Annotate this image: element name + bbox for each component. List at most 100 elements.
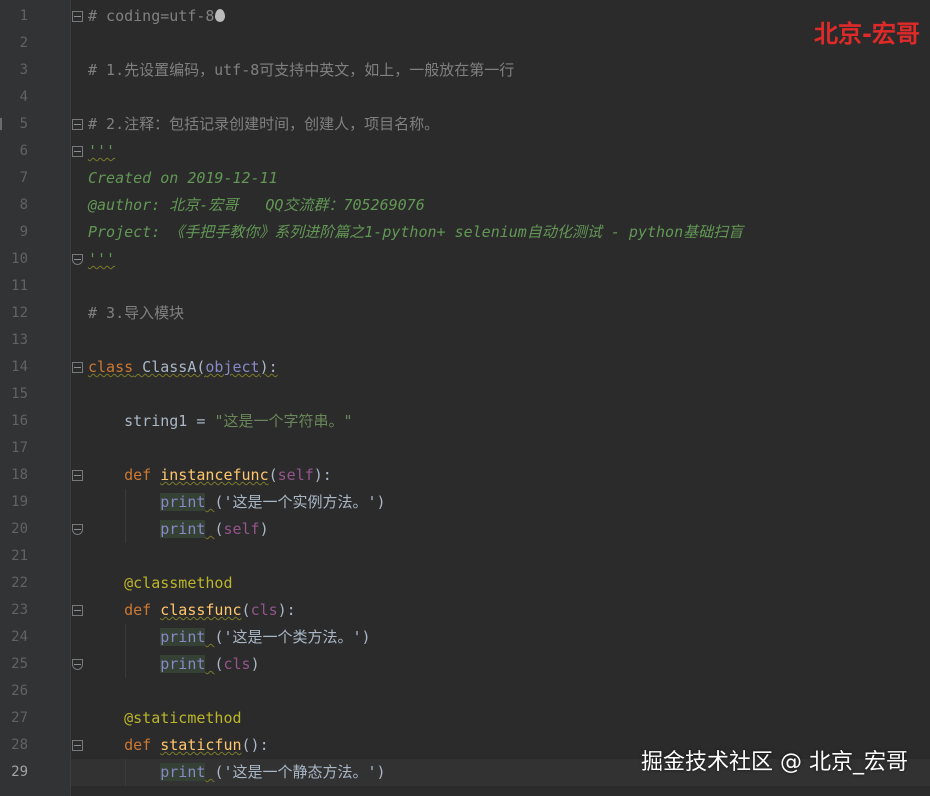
code-token: Project: 《手把手教你》系列进阶篇之1-python+ selenium… [88,223,744,241]
line-number[interactable]: 14 [0,354,28,381]
code-token: ('这是一个类方法。') [214,628,371,646]
fold-end-icon[interactable] [72,524,83,535]
line-number[interactable]: 17 [0,435,28,462]
line-number[interactable]: 6 [0,138,28,165]
fold-end-icon[interactable] [72,659,83,670]
code-token: ''' [88,250,116,268]
fold-end-icon[interactable] [72,254,83,265]
line-number[interactable]: 18 [0,462,28,489]
line-number[interactable]: 11 [0,273,28,300]
line-number[interactable]: 26 [0,678,28,705]
code-editor[interactable]: 1 2 3 4 5 6 7 8 9 10 11 12 13 14 15 16 17 18 19 20 21 22 23 24 2… [0,0,930,796]
fold-start-icon[interactable] [72,362,83,373]
code-line[interactable]: # 2.注释：包括记录创建时间，创建人，项目名称。 [88,111,439,138]
code-token: ''' [88,142,116,160]
line-number[interactable]: 13 [0,327,28,354]
code-token: ClassA( [133,358,206,376]
code-line[interactable]: @staticmethod [88,705,242,732]
code-line[interactable]: Created on 2019-12-11 [88,165,278,192]
code-token: print [160,520,206,538]
line-number[interactable]: 4 [0,84,28,111]
code-line[interactable]: print (cls) [88,651,260,678]
code-token: @staticmethod [88,709,242,727]
line-number[interactable]: 23 [0,597,28,624]
code-line[interactable]: def staticfun(): [88,732,269,759]
code-token: cls [250,601,278,619]
code-token: "这是一个字符串。" [214,412,353,430]
line-number[interactable]: 10 [0,246,28,273]
line-number[interactable]: 16 [0,408,28,435]
code-line[interactable]: string1 = "这是一个字符串。" [88,408,353,435]
line-number[interactable]: 15 [0,381,28,408]
code-token: print [160,493,206,511]
fold-start-icon[interactable] [72,605,83,616]
fold-start-icon[interactable] [72,740,83,751]
fold-start-icon[interactable] [72,11,83,22]
line-number[interactable]: 28 [0,732,28,759]
code-line[interactable]: # coding=utf-8 [88,3,226,30]
code-line[interactable]: def instancefunc(self): [88,462,332,489]
code-line[interactable]: print ('这是一个类方法。') [88,624,371,651]
code-line[interactable]: ''' [88,138,115,165]
code-token: print [160,655,206,673]
code-token: ) [259,520,269,538]
code-token: object [205,358,260,376]
code-line[interactable]: # 3.导入模块 [88,300,184,327]
line-number[interactable]: 2 [0,30,28,57]
code-token: class [88,358,134,376]
indent-guide [125,489,126,543]
code-token: self [223,520,260,538]
line-number[interactable]: 12 [0,300,28,327]
watermark-site: 掘金技术社区 @ 北京_宏哥 [641,750,908,775]
code-line[interactable]: # 1.先设置编码，utf-8可支持中英文，如上，一般放在第一行 [88,57,514,84]
code-token: @classmethod [88,574,233,592]
code-line[interactable]: print ('这是一个静态方法。') [88,759,386,786]
code-token: string1 = [88,412,215,430]
code-token: ) [250,655,260,673]
code-token: self [277,466,314,484]
code-line[interactable]: print ('这是一个实例方法。') [88,489,386,516]
line-number[interactable]: 9 [0,219,28,246]
line-number[interactable]: 25 [0,651,28,678]
line-number[interactable]: 5 [0,111,28,138]
line-number[interactable]: 1 [0,3,28,30]
code-token: ): [277,601,296,619]
code-line[interactable]: Project: 《手把手教你》系列进阶篇之1-python+ selenium… [88,219,743,246]
code-token: def [124,601,152,619]
flame-icon [215,9,226,22]
code-token: print [160,763,206,781]
fold-start-icon[interactable] [72,470,83,481]
line-number[interactable]: 19 [0,489,28,516]
code-token: print [160,628,206,646]
code-token: def [124,466,152,484]
line-number[interactable]: 21 [0,543,28,570]
code-token: ): [259,358,278,376]
line-number[interactable]: 7 [0,165,28,192]
line-number-gutter[interactable]: 1 2 3 4 5 6 7 8 9 10 11 12 13 14 15 16 17 18 19 20 21 22 23 24 2… [0,0,71,796]
code-line[interactable]: @author: 北京-宏哥 QQ交流群：705269076 [88,192,425,219]
line-number[interactable]: 27 [0,705,28,732]
code-token: def [124,736,152,754]
code-line[interactable]: class ClassA(object): [88,354,278,381]
code-line[interactable]: ''' [88,246,115,273]
code-line[interactable]: @classmethod [88,570,233,597]
line-number[interactable]: 29 [0,759,28,786]
code-line[interactable]: print (self) [88,516,269,543]
code-line[interactable]: def classfunc(cls): [88,597,296,624]
code-token: (): [241,736,269,754]
line-number[interactable]: 3 [0,57,28,84]
line-number[interactable]: 22 [0,570,28,597]
code-token: @author: 北京-宏哥 QQ交流群：705269076 [88,196,425,214]
line-number[interactable]: 8 [0,192,28,219]
fold-start-icon[interactable] [72,146,83,157]
code-token: # coding=utf-8 [88,7,215,25]
line-number[interactable]: 24 [0,624,28,651]
line-number[interactable]: 20 [0,516,28,543]
fold-start-icon[interactable] [72,119,83,130]
code-token: cls [223,655,251,673]
